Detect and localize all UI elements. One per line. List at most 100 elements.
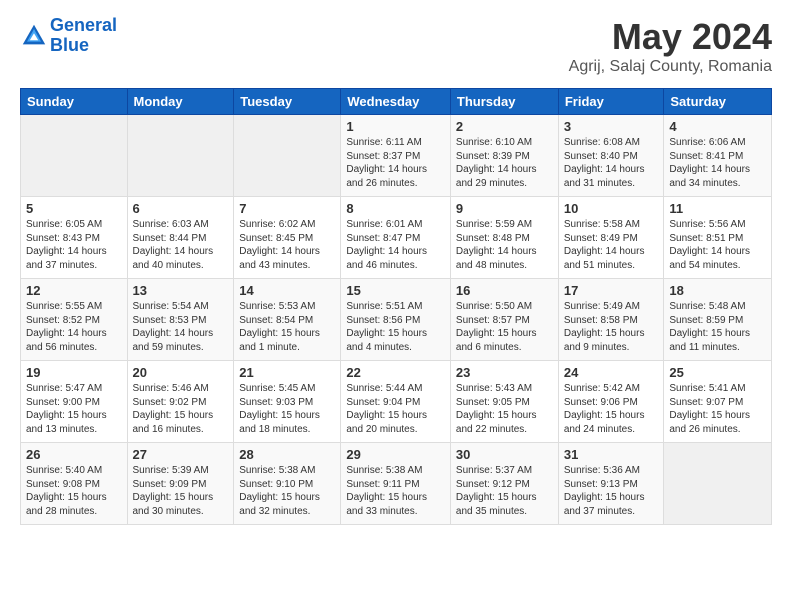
calendar-cell: 12 Sunrise: 5:55 AM Sunset: 8:52 PM Dayli… [21, 279, 128, 361]
day-info: Sunrise: 6:10 AM Sunset: 8:39 PM Dayligh… [456, 136, 553, 190]
calendar-cell [234, 115, 341, 197]
day-info: Sunrise: 5:55 AM Sunset: 8:52 PM Dayligh… [26, 300, 122, 354]
day-number: 13 [133, 283, 229, 298]
calendar-cell: 20 Sunrise: 5:46 AM Sunset: 9:02 PM Dayli… [127, 361, 234, 443]
day-info: Sunrise: 5:37 AM Sunset: 9:12 PM Dayligh… [456, 464, 553, 518]
day-number: 11 [669, 201, 766, 216]
day-info: Sunrise: 5:46 AM Sunset: 9:02 PM Dayligh… [133, 382, 229, 436]
calendar-cell: 31Sunrise: 5:36 AM Sunset: 9:13 PM Dayli… [558, 443, 664, 525]
calendar-cell: 18Sunrise: 5:48 AM Sunset: 8:59 PM Dayli… [664, 279, 772, 361]
day-info: Sunrise: 5:56 AM Sunset: 8:51 PM Dayligh… [669, 218, 766, 272]
day-info: Sunrise: 5:39 AM Sunset: 9:09 PM Dayligh… [133, 464, 229, 518]
weekday-header-row: SundayMondayTuesdayWednesdayThursdayFrid… [21, 89, 772, 115]
day-number: 7 [239, 201, 335, 216]
day-info: Sunrise: 5:47 AM Sunset: 9:00 PM Dayligh… [26, 382, 122, 436]
calendar-cell: 1 Sunrise: 6:11 AM Sunset: 8:37 PM Daylig… [341, 115, 451, 197]
day-info: Sunrise: 6:01 AM Sunset: 8:47 PM Dayligh… [346, 218, 445, 272]
calendar-cell [664, 443, 772, 525]
calendar-cell: 27 Sunrise: 5:39 AM Sunset: 9:09 PM Dayli… [127, 443, 234, 525]
calendar-cell: 11 Sunrise: 5:56 AM Sunset: 8:51 PM Dayli… [664, 197, 772, 279]
calendar-cell: 2 Sunrise: 6:10 AM Sunset: 8:39 PM Daylig… [450, 115, 558, 197]
day-number: 28 [239, 447, 335, 462]
calendar-cell: 8 Sunrise: 6:01 AM Sunset: 8:47 PM Daylig… [341, 197, 451, 279]
weekday-header-saturday: Saturday [664, 89, 772, 115]
day-number: 30 [456, 447, 553, 462]
day-number: 22 [346, 365, 445, 380]
day-info: Sunrise: 6:08 AM Sunset: 8:40 PM Dayligh… [564, 136, 659, 190]
weekday-header-sunday: Sunday [21, 89, 128, 115]
calendar-cell: 4Sunrise: 6:06 AM Sunset: 8:41 PM Daylig… [664, 115, 772, 197]
logo-icon [20, 22, 48, 50]
calendar-cell: 25Sunrise: 5:41 AM Sunset: 9:07 PM Dayli… [664, 361, 772, 443]
day-info: Sunrise: 5:42 AM Sunset: 9:06 PM Dayligh… [564, 382, 659, 436]
day-number: 29 [346, 447, 445, 462]
calendar-cell: 6Sunrise: 6:03 AM Sunset: 8:44 PM Daylig… [127, 197, 234, 279]
calendar-week-4: 19Sunrise: 5:47 AM Sunset: 9:00 PM Dayli… [21, 361, 772, 443]
day-info: Sunrise: 5:36 AM Sunset: 9:13 PM Dayligh… [564, 464, 659, 518]
calendar-cell: 17Sunrise: 5:49 AM Sunset: 8:58 PM Dayli… [558, 279, 664, 361]
day-info: Sunrise: 5:45 AM Sunset: 9:03 PM Dayligh… [239, 382, 335, 436]
calendar-header: SundayMondayTuesdayWednesdayThursdayFrid… [21, 89, 772, 115]
logo-line1: General [50, 15, 117, 35]
calendar-cell: 29Sunrise: 5:38 AM Sunset: 9:11 PM Dayli… [341, 443, 451, 525]
day-number: 4 [669, 119, 766, 134]
day-info: Sunrise: 5:51 AM Sunset: 8:56 PM Dayligh… [346, 300, 445, 354]
day-number: 25 [669, 365, 766, 380]
day-info: Sunrise: 5:44 AM Sunset: 9:04 PM Dayligh… [346, 382, 445, 436]
calendar-cell: 3 Sunrise: 6:08 AM Sunset: 8:40 PM Daylig… [558, 115, 664, 197]
calendar-cell: 13Sunrise: 5:54 AM Sunset: 8:53 PM Dayli… [127, 279, 234, 361]
title-area: May 2024 Agrij, Salaj County, Romania [569, 16, 772, 76]
calendar-cell: 9 Sunrise: 5:59 AM Sunset: 8:48 PM Daylig… [450, 197, 558, 279]
calendar-cell [21, 115, 128, 197]
day-number: 2 [456, 119, 553, 134]
day-number: 8 [346, 201, 445, 216]
day-number: 1 [346, 119, 445, 134]
weekday-header-tuesday: Tuesday [234, 89, 341, 115]
day-number: 16 [456, 283, 553, 298]
day-number: 27 [133, 447, 229, 462]
main-title: May 2024 [569, 16, 772, 58]
day-number: 24 [564, 365, 659, 380]
calendar-table: SundayMondayTuesdayWednesdayThursdayFrid… [20, 88, 772, 525]
calendar-cell: 19Sunrise: 5:47 AM Sunset: 9:00 PM Dayli… [21, 361, 128, 443]
day-number: 3 [564, 119, 659, 134]
calendar-cell: 30 Sunrise: 5:37 AM Sunset: 9:12 PM Dayli… [450, 443, 558, 525]
calendar-cell: 15Sunrise: 5:51 AM Sunset: 8:56 PM Dayli… [341, 279, 451, 361]
calendar-cell: 7Sunrise: 6:02 AM Sunset: 8:45 PM Daylig… [234, 197, 341, 279]
logo-text: General Blue [50, 16, 117, 56]
day-info: Sunrise: 5:48 AM Sunset: 8:59 PM Dayligh… [669, 300, 766, 354]
day-info: Sunrise: 5:59 AM Sunset: 8:48 PM Dayligh… [456, 218, 553, 272]
day-info: Sunrise: 5:53 AM Sunset: 8:54 PM Dayligh… [239, 300, 335, 354]
calendar-week-3: 12 Sunrise: 5:55 AM Sunset: 8:52 PM Dayli… [21, 279, 772, 361]
day-info: Sunrise: 5:38 AM Sunset: 9:10 PM Dayligh… [239, 464, 335, 518]
subtitle: Agrij, Salaj County, Romania [569, 58, 772, 76]
day-info: Sunrise: 5:49 AM Sunset: 8:58 PM Dayligh… [564, 300, 659, 354]
calendar-body: 1 Sunrise: 6:11 AM Sunset: 8:37 PM Daylig… [21, 115, 772, 525]
day-info: Sunrise: 6:05 AM Sunset: 8:43 PM Dayligh… [26, 218, 122, 272]
calendar-cell: 21 Sunrise: 5:45 AM Sunset: 9:03 PM Dayli… [234, 361, 341, 443]
calendar-cell [127, 115, 234, 197]
day-number: 9 [456, 201, 553, 216]
day-number: 12 [26, 283, 122, 298]
calendar-cell: 22 Sunrise: 5:44 AM Sunset: 9:04 PM Dayli… [341, 361, 451, 443]
header: General Blue May 2024 Agrij, Salaj Count… [20, 16, 772, 76]
weekday-header-monday: Monday [127, 89, 234, 115]
weekday-header-wednesday: Wednesday [341, 89, 451, 115]
calendar-cell: 24 Sunrise: 5:42 AM Sunset: 9:06 PM Dayli… [558, 361, 664, 443]
day-number: 10 [564, 201, 659, 216]
day-info: Sunrise: 6:03 AM Sunset: 8:44 PM Dayligh… [133, 218, 229, 272]
calendar-week-2: 5 Sunrise: 6:05 AM Sunset: 8:43 PM Daylig… [21, 197, 772, 279]
calendar-cell: 28 Sunrise: 5:38 AM Sunset: 9:10 PM Dayli… [234, 443, 341, 525]
calendar-cell: 10Sunrise: 5:58 AM Sunset: 8:49 PM Dayli… [558, 197, 664, 279]
day-info: Sunrise: 5:40 AM Sunset: 9:08 PM Dayligh… [26, 464, 122, 518]
day-number: 21 [239, 365, 335, 380]
day-number: 20 [133, 365, 229, 380]
day-number: 5 [26, 201, 122, 216]
day-number: 26 [26, 447, 122, 462]
day-info: Sunrise: 5:50 AM Sunset: 8:57 PM Dayligh… [456, 300, 553, 354]
calendar-week-5: 26 Sunrise: 5:40 AM Sunset: 9:08 PM Dayli… [21, 443, 772, 525]
day-info: Sunrise: 6:11 AM Sunset: 8:37 PM Dayligh… [346, 136, 445, 190]
page: General Blue May 2024 Agrij, Salaj Count… [0, 0, 792, 535]
calendar-cell: 5 Sunrise: 6:05 AM Sunset: 8:43 PM Daylig… [21, 197, 128, 279]
calendar-week-1: 1 Sunrise: 6:11 AM Sunset: 8:37 PM Daylig… [21, 115, 772, 197]
